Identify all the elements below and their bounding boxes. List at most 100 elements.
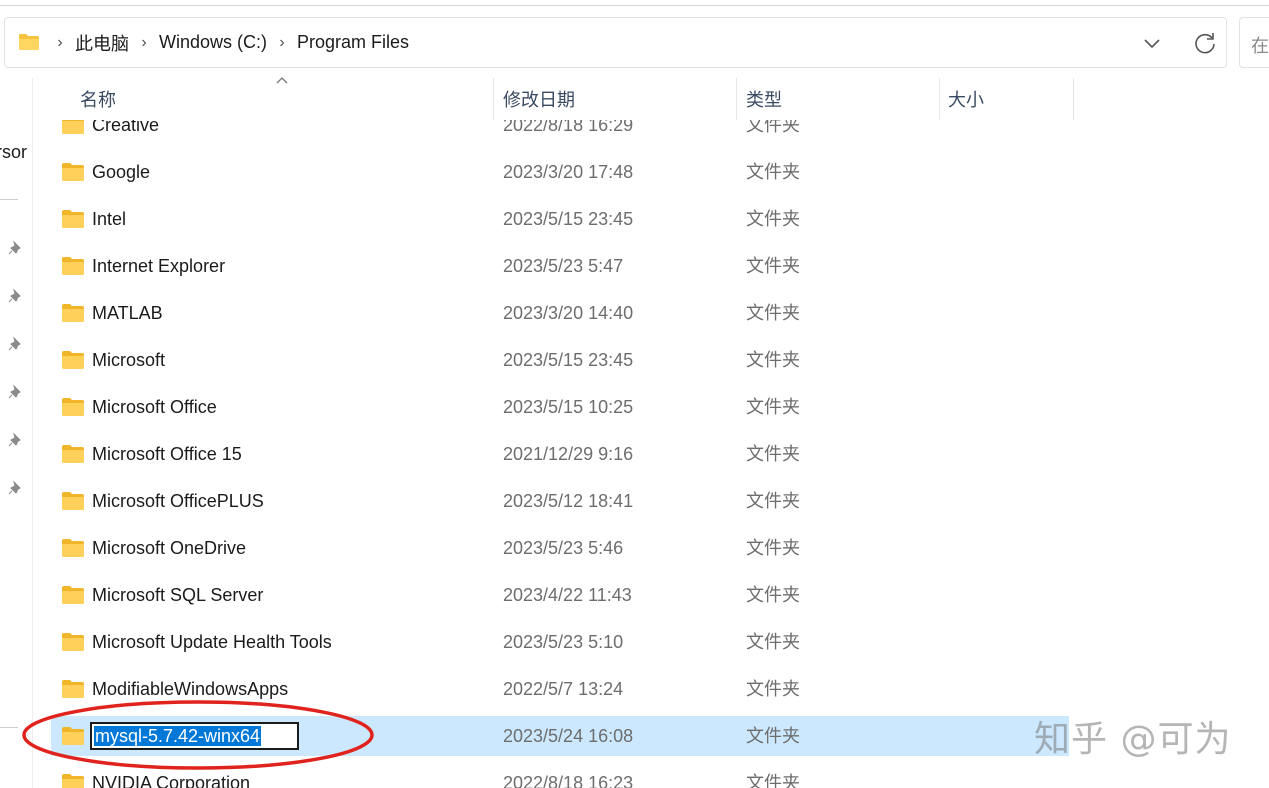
file-row[interactable]: Microsoft OneDrive 2023/5/23 5:46 文件夹: [51, 528, 1069, 568]
file-name: Creative: [92, 120, 160, 135]
chevron-right-icon[interactable]: ›: [271, 34, 293, 52]
file-row[interactable]: Microsoft Office 2023/5/15 10:25 文件夹: [51, 387, 1069, 427]
file-list: Creative 2022/8/18 16:29 文件夹 Google 2023/3/2…: [33, 120, 1269, 788]
file-date: 2023/5/23 5:47: [503, 256, 624, 276]
file-date: 2023/5/15 10:25: [503, 397, 634, 417]
address-bar[interactable]: › 此电脑 › Windows (C:) › Program Files: [4, 17, 1227, 68]
column-header-date[interactable]: 修改日期: [503, 78, 735, 120]
file-name: Google: [92, 162, 151, 182]
folder-icon: [19, 34, 39, 50]
folder-icon: [62, 304, 84, 322]
file-row[interactable]: Internet Explorer 2023/5/23 5:47 文件夹: [51, 246, 1069, 286]
breadcrumb-this-pc[interactable]: 此电脑: [71, 30, 133, 56]
column-header-type[interactable]: 类型: [746, 78, 938, 120]
folder-icon: [62, 586, 84, 604]
folder-icon: [62, 445, 84, 463]
file-type: 文件夹: [746, 303, 800, 323]
file-row[interactable]: mysql-5.7.42-winx64 2023/5/24 16:08 文件夹: [51, 716, 1069, 756]
column-resize-handle[interactable]: [1073, 78, 1074, 120]
file-row[interactable]: Creative 2022/8/18 16:29 文件夹: [51, 120, 1069, 145]
file-name: Microsoft SQL Server: [92, 585, 264, 605]
nav-divider: [0, 727, 18, 728]
file-date: 2021/12/29 9:16: [503, 444, 634, 464]
pin-icon[interactable]: [8, 480, 24, 496]
nav-divider: [0, 199, 18, 200]
column-resize-handle[interactable]: [493, 78, 494, 120]
file-date: 2023/5/15 23:45: [503, 209, 634, 229]
pin-icon[interactable]: [8, 240, 24, 256]
file-row[interactable]: Google 2023/3/20 17:48 文件夹: [51, 152, 1069, 192]
pin-icon[interactable]: [8, 432, 24, 448]
file-type: 文件夹: [746, 679, 800, 699]
file-name: Microsoft Update Health Tools: [92, 632, 332, 652]
file-type: 文件夹: [746, 773, 800, 788]
refresh-icon[interactable]: [1192, 30, 1218, 56]
folder-icon: [62, 398, 84, 416]
file-name: Microsoft OneDrive: [92, 538, 247, 558]
search-input[interactable]: 在: [1239, 17, 1269, 68]
file-type: 文件夹: [746, 256, 800, 276]
file-type: 文件夹: [746, 162, 800, 182]
file-date: 2023/5/23 5:46: [503, 538, 624, 558]
breadcrumb: › 此电脑 › Windows (C:) › Program Files: [49, 18, 413, 67]
file-row[interactable]: Microsoft 2023/5/15 23:45 文件夹: [51, 340, 1069, 380]
navigation-pane: rsor: [0, 80, 32, 788]
column-resize-handle[interactable]: [736, 78, 737, 120]
file-name: MATLAB: [92, 303, 163, 323]
file-row[interactable]: Microsoft SQL Server 2023/4/22 11:43 文件夹: [51, 575, 1069, 615]
file-date: 2023/5/23 5:10: [503, 632, 624, 652]
folder-icon: [62, 210, 84, 228]
file-name: Microsoft: [92, 350, 166, 370]
file-type: 文件夹: [746, 726, 800, 746]
file-name: Microsoft Office 15: [92, 444, 242, 464]
file-row[interactable]: Microsoft OfficePLUS 2023/5/12 18:41 文件夹: [51, 481, 1069, 521]
column-resize-handle[interactable]: [939, 78, 940, 120]
file-type: 文件夹: [746, 491, 800, 511]
file-row[interactable]: Microsoft Office 15 2021/12/29 9:16 文件夹: [51, 434, 1069, 474]
folder-icon: [62, 163, 84, 181]
file-type: 文件夹: [746, 350, 800, 370]
file-date: 2022/8/18 16:29: [503, 120, 634, 135]
file-row[interactable]: Intel 2023/5/15 23:45 文件夹: [51, 199, 1069, 239]
file-date: 2023/3/20 17:48: [503, 162, 634, 182]
file-name: Intel: [92, 209, 127, 229]
breadcrumb-program-files[interactable]: Program Files: [293, 32, 413, 53]
folder-icon: [62, 539, 84, 557]
file-date: 2023/5/12 18:41: [503, 491, 634, 511]
file-name: mysql-5.7.42-winx64: [94, 726, 262, 746]
file-name: Microsoft Office: [92, 397, 217, 417]
breadcrumb-windows-c[interactable]: Windows (C:): [155, 32, 271, 53]
file-type: 文件夹: [746, 209, 800, 229]
column-header-name[interactable]: 名称: [80, 78, 492, 120]
watermark: 知乎 @可为: [1034, 719, 1232, 760]
chevron-right-icon[interactable]: ›: [49, 34, 71, 52]
file-date: 2022/8/18 16:23: [503, 773, 634, 788]
folder-icon: [62, 633, 84, 651]
folder-icon: [62, 120, 84, 134]
file-name: Internet Explorer: [92, 256, 226, 276]
folder-icon: [62, 257, 84, 275]
file-date: 2022/5/7 13:24: [503, 679, 624, 699]
nav-item-label[interactable]: rsor: [0, 142, 27, 163]
file-row[interactable]: Microsoft Update Health Tools 2023/5/23 5…: [51, 622, 1069, 662]
window-top-divider: [0, 5, 1269, 6]
column-header-size[interactable]: 大小: [948, 78, 1072, 120]
file-row[interactable]: ModifiableWindowsApps 2022/5/7 13:24 文件夹: [51, 669, 1069, 709]
chevron-right-icon[interactable]: ›: [133, 34, 155, 52]
file-name: Microsoft OfficePLUS: [92, 491, 264, 511]
file-row[interactable]: MATLAB 2023/3/20 14:40 文件夹: [51, 293, 1069, 333]
folder-icon: [62, 351, 84, 369]
rename-input[interactable]: mysql-5.7.42-winx64: [90, 722, 299, 750]
folder-icon: [62, 727, 84, 745]
file-type: 文件夹: [746, 120, 800, 135]
pin-icon[interactable]: [8, 288, 24, 304]
file-date: 2023/4/22 11:43: [503, 585, 632, 605]
search-placeholder: 在: [1251, 36, 1269, 56]
pin-icon[interactable]: [8, 336, 24, 352]
file-type: 文件夹: [746, 538, 800, 558]
pin-icon[interactable]: [8, 384, 24, 400]
file-date: 2023/3/20 14:40: [503, 303, 634, 323]
file-row[interactable]: NVIDIA Corporation 2022/8/18 16:23 文件夹: [51, 763, 1069, 788]
folder-icon: [62, 680, 84, 698]
chevron-down-icon[interactable]: [1141, 32, 1163, 54]
